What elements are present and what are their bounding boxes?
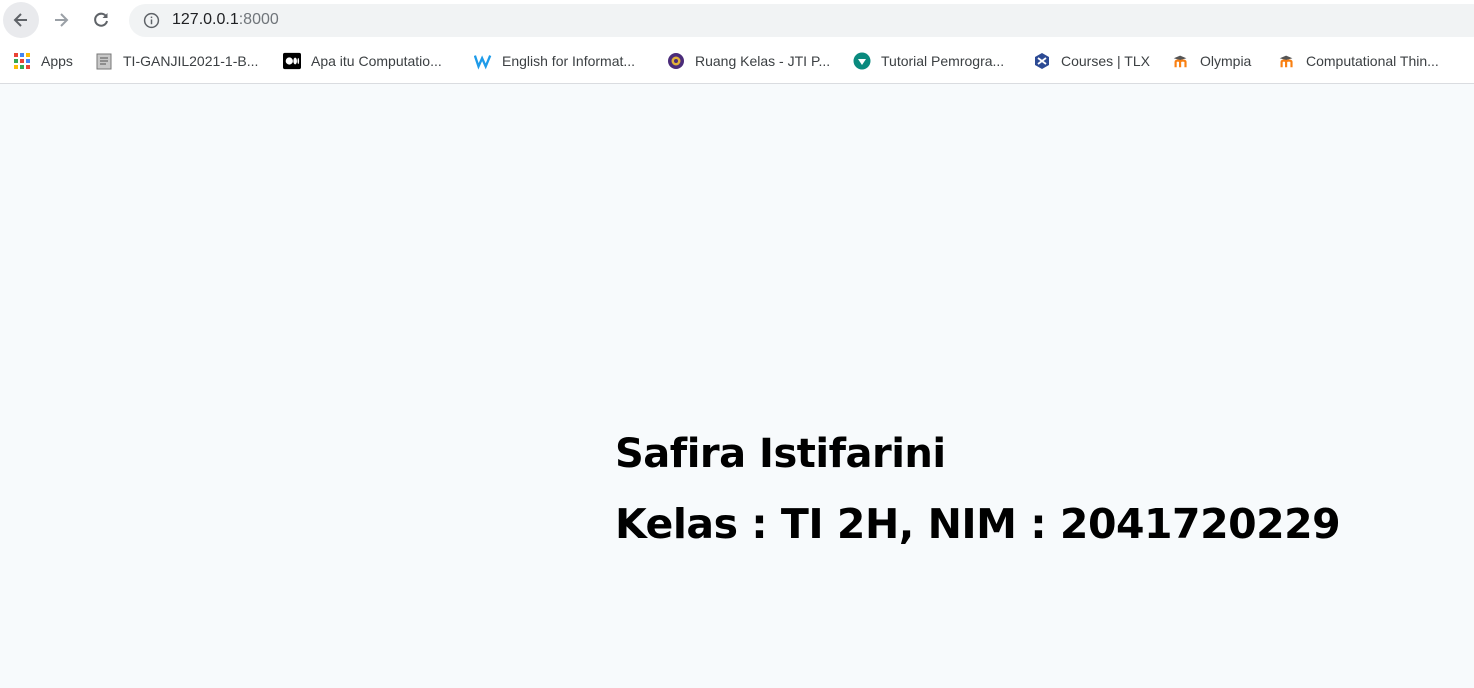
bookmark-label: Ruang Kelas - JTI P... xyxy=(695,53,831,69)
bookmark-apa-itu[interactable]: Apa itu Computatio... xyxy=(283,51,442,71)
reload-icon xyxy=(94,12,108,27)
bookmark-label: Apa itu Computatio... xyxy=(311,53,442,69)
browser-toolbar: 127.0.0.1:8000 xyxy=(0,0,1474,40)
reload-button[interactable] xyxy=(83,2,119,38)
bookmark-label: Tutorial Pemrogra... xyxy=(881,53,1005,69)
bookmark-label: English for Informat... xyxy=(502,53,636,69)
bookmark-courses-tlx[interactable]: Courses | TLX xyxy=(1033,51,1150,71)
student-class-info: Kelas : TI 2H, NIM : 2041720229 xyxy=(615,500,1341,548)
w-logo-icon xyxy=(474,52,492,70)
url-text[interactable]: 127.0.0.1:8000 xyxy=(172,11,279,29)
info-icon[interactable] xyxy=(143,12,160,29)
bookmark-label: TI-GANJIL2021-1-B... xyxy=(123,53,259,69)
address-bar[interactable]: 127.0.0.1:8000 xyxy=(129,4,1474,37)
forward-button[interactable] xyxy=(43,2,79,38)
back-button[interactable] xyxy=(3,2,39,38)
page-content: Safira Istifarini Kelas : TI 2H, NIM : 2… xyxy=(0,84,1474,688)
bookmark-label: Courses | TLX xyxy=(1061,53,1150,69)
teal-circle-icon xyxy=(853,52,871,70)
url-host: 127.0.0.1 xyxy=(172,11,239,28)
bookmark-english[interactable]: English for Informat... xyxy=(474,51,635,71)
moodle-icon xyxy=(1172,52,1190,70)
moodle-icon xyxy=(1278,52,1296,70)
url-port: :8000 xyxy=(238,11,279,28)
arrow-left-icon xyxy=(13,13,27,27)
bookmark-ruang-kelas[interactable]: Ruang Kelas - JTI P... xyxy=(667,51,830,71)
tlx-icon xyxy=(1033,52,1051,70)
bookmark-tutorial[interactable]: Tutorial Pemrogra... xyxy=(853,51,1004,71)
bookmark-ti-ganjil[interactable]: TI-GANJIL2021-1-B... xyxy=(95,51,258,71)
bookmarks-bar: Apps TI-GANJIL2021-1-B... Apa itu Comput… xyxy=(0,40,1474,84)
arrow-right-icon xyxy=(55,13,69,27)
bookmark-label: Apps xyxy=(41,53,73,69)
medium-icon xyxy=(283,52,301,70)
bookmark-computational-thinking[interactable]: Computational Thin... xyxy=(1278,51,1439,71)
student-name: Safira Istifarini xyxy=(615,431,946,477)
page-icon xyxy=(95,52,113,70)
bookmark-apps[interactable]: Apps xyxy=(13,51,73,71)
bookmark-label: Computational Thin... xyxy=(1306,53,1439,69)
apps-grid-icon xyxy=(13,52,31,70)
emblem-icon xyxy=(667,52,685,70)
bookmark-olympia[interactable]: Olympia xyxy=(1172,51,1251,71)
bookmark-label: Olympia xyxy=(1200,53,1252,69)
